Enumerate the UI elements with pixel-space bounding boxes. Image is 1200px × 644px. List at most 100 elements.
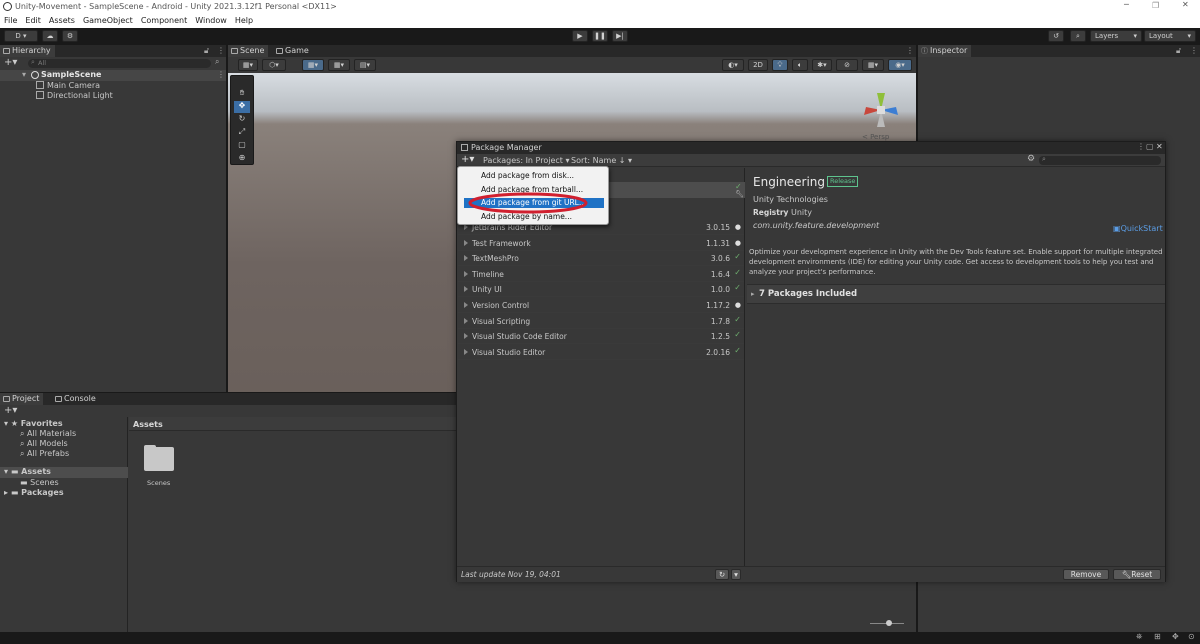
shading-mode-button[interactable]: ◐▾ (722, 59, 744, 71)
step-button[interactable]: ▶| (612, 30, 628, 42)
package-row[interactable]: Visual Studio Editor 2.0.16 ✓ (458, 345, 744, 360)
breadcrumb[interactable]: Assets (133, 420, 163, 429)
sort-dropdown[interactable]: Sort: Name ↓ ▾ (571, 156, 632, 165)
scene-filter-icon[interactable]: ⌕ (215, 57, 219, 67)
close-icon[interactable]: ✕ (1156, 142, 1163, 151)
tab-console[interactable]: Console (52, 393, 100, 405)
transform-tool-icon[interactable]: ⊕ (234, 153, 250, 165)
search-input[interactable]: ⌕ (1039, 155, 1161, 165)
list-item[interactable]: Directional Light (36, 91, 113, 100)
search-input[interactable]: All (28, 59, 211, 68)
expand-arrow-icon[interactable] (464, 348, 468, 355)
package-row[interactable]: Version Control 1.17.2 ● (458, 298, 744, 313)
collab-icon[interactable]: ⚙ (62, 30, 78, 42)
menu-kebab-icon[interactable]: ⋮ (1190, 46, 1198, 55)
packages-filter-dropdown[interactable]: Packages: In Project ▾ (483, 156, 569, 165)
lighting-toggle[interactable]: 💡︎ (772, 59, 788, 71)
lock-icon[interactable]: 🔓︎ (204, 46, 209, 56)
gizmo-toggle[interactable]: ⬡▾ (262, 59, 286, 71)
assets-folder[interactable]: ▾ ▬ Assets (0, 467, 128, 478)
add-icon[interactable]: +▾ (4, 405, 17, 416)
expand-arrow-icon[interactable] (464, 286, 468, 293)
expand-arrow-icon[interactable]: ▾ (4, 419, 8, 428)
expand-arrow-icon[interactable] (464, 270, 468, 277)
quickstart-link[interactable]: ▣QuickStart (1113, 224, 1163, 233)
maximize-button[interactable]: ❐ (1152, 1, 1159, 10)
menu-assets[interactable]: Assets (45, 14, 79, 25)
cloud-icon[interactable]: ☁ (42, 30, 58, 42)
expand-arrow-icon[interactable]: ▾ (4, 467, 8, 476)
expand-arrow-icon[interactable]: ▸ (4, 488, 8, 497)
expand-arrow-icon[interactable] (464, 239, 468, 246)
packages-folder[interactable]: ▸ ▬ Packages (4, 488, 64, 497)
scale-tool-icon[interactable]: ⤢ (234, 127, 250, 139)
cache-icon[interactable]: ⊞ (1154, 632, 1161, 641)
list-item[interactable]: ⌕ All Materials (20, 429, 76, 439)
expand-arrow-icon[interactable] (464, 255, 468, 262)
tab-hierarchy[interactable]: Hierarchy (0, 45, 55, 57)
scene-root[interactable]: ▾ SampleScene ⋮ (0, 70, 226, 81)
move-tool-icon[interactable]: ✥ (234, 101, 250, 113)
pause-button[interactable]: ❚❚ (592, 30, 608, 42)
menu-kebab-icon[interactable]: ⋮ (1137, 142, 1145, 151)
layers-dropdown[interactable]: Layers ▾ (1090, 30, 1142, 42)
menu-kebab-icon[interactable]: ⋮ (217, 46, 225, 55)
close-button[interactable]: ✕ (1182, 0, 1189, 9)
scene-menu-icon[interactable]: ⋮ (217, 70, 225, 79)
maximize-icon[interactable]: ▢ (1146, 142, 1154, 151)
hidden-objects-toggle[interactable]: ⊘ (836, 59, 858, 71)
zoom-slider-thumb[interactable] (886, 620, 892, 626)
tab-scene[interactable]: Scene (228, 45, 269, 57)
gizmos-button[interactable]: ◉▾ (888, 59, 912, 71)
expand-arrow-icon[interactable] (464, 333, 468, 340)
grid-toggle[interactable]: ▦▾ (328, 59, 350, 71)
refresh-dropdown[interactable]: ▾ (731, 569, 741, 580)
refresh-button[interactable]: ↻ (715, 569, 729, 580)
add-icon[interactable]: +▾ (4, 57, 17, 68)
toggle-2d-button[interactable]: 2D (748, 59, 768, 71)
camera-settings-button[interactable]: ▦▾ (862, 59, 884, 71)
package-row[interactable]: Unity UI 1.0.0 ✓ (458, 282, 744, 298)
package-row[interactable]: TextMeshPro 3.0.6 ✓ (458, 251, 744, 267)
menu-item-add-from-disk[interactable]: Add package from disk... (460, 170, 606, 181)
menu-component[interactable]: Component (137, 14, 191, 25)
menu-gameobject[interactable]: GameObject (79, 14, 137, 25)
account-button[interactable]: D ▾ (4, 30, 38, 42)
gear-icon[interactable]: ⚙ (1027, 154, 1035, 164)
settings-icon[interactable]: ⊙ (1188, 632, 1195, 641)
menu-edit[interactable]: Edit (21, 14, 45, 25)
menu-kebab-icon[interactable]: ⋮ (906, 46, 914, 55)
list-item[interactable]: ⌕ All Models (20, 439, 68, 449)
list-item[interactable]: ▬ Scenes (20, 478, 59, 487)
lock-icon[interactable]: 🔓︎ (1176, 46, 1181, 56)
persp-label[interactable]: < Persp (862, 133, 889, 141)
search-icon[interactable]: ⌕ (1070, 30, 1086, 42)
asset-folder-scenes[interactable]: Scenes (140, 445, 178, 487)
expand-arrow-icon[interactable] (464, 317, 468, 324)
package-row[interactable]: Timeline 1.6.4 ✓ (458, 267, 744, 282)
expand-arrow-icon[interactable]: ▸ (751, 290, 755, 298)
menu-file[interactable]: File (0, 14, 21, 25)
list-item[interactable]: ⌕ All Prefabs (20, 449, 69, 459)
effects-toggle[interactable]: ✱▾ (812, 59, 832, 71)
minimize-button[interactable]: ─ (1124, 0, 1134, 9)
layout-dropdown[interactable]: Layout ▾ (1144, 30, 1196, 42)
tab-game[interactable]: Game (273, 45, 313, 57)
grid-snap-button[interactable]: ▦▾ (302, 59, 324, 71)
tab-project[interactable]: Project (0, 393, 44, 405)
rect-tool-icon[interactable]: ▢ (234, 140, 250, 152)
package-row[interactable]: Visual Studio Code Editor 1.2.5 ✓ (458, 329, 744, 345)
reset-button[interactable]: 🔧︎Reset (1113, 569, 1161, 580)
audio-toggle[interactable]: 🔈︎ (792, 59, 808, 71)
tab-inspector[interactable]: ⓘ Inspector (918, 45, 972, 57)
hand-tool-icon[interactable]: ✋︎ (234, 88, 250, 100)
remove-button[interactable]: Remove (1063, 569, 1109, 580)
menu-help[interactable]: Help (231, 14, 257, 25)
favorites-header[interactable]: ▾ ★ Favorites (4, 419, 63, 428)
orientation-gizmo[interactable] (858, 85, 904, 135)
list-item[interactable]: Main Camera (36, 81, 100, 90)
packages-included-foldout[interactable]: ▸ 7 Packages Included (747, 284, 1165, 304)
rotate-tool-icon[interactable]: ↻ (234, 114, 250, 126)
menu-window[interactable]: Window (191, 14, 231, 25)
progress-icon[interactable]: ✥ (1172, 632, 1179, 641)
